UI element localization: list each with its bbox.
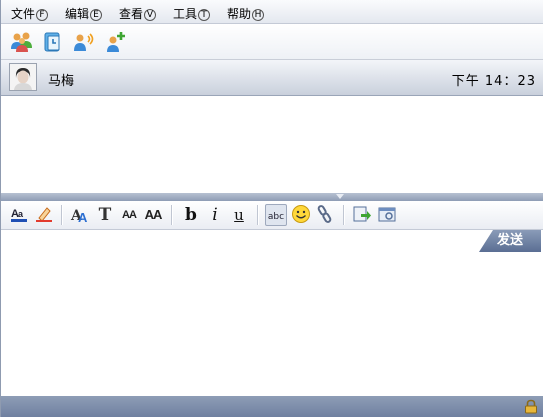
highlight-icon[interactable]	[33, 204, 55, 226]
contact-header: 马梅 下午 14：23	[1, 60, 543, 96]
splitter-grip-icon[interactable]	[336, 194, 344, 199]
emoticon-icon[interactable]	[290, 204, 312, 226]
font-size-small-icon[interactable]: AA	[118, 204, 140, 226]
spellcheck-icon[interactable]: abc	[265, 204, 287, 226]
italic-icon[interactable]: i	[204, 204, 226, 226]
svg-text:a: a	[18, 209, 24, 219]
avatar[interactable]	[9, 63, 37, 91]
bold-icon[interactable]: b	[180, 204, 202, 226]
history-icon[interactable]	[41, 30, 65, 54]
menu-tools[interactable]: 工具 T	[173, 5, 211, 22]
toolbar-separator	[343, 205, 345, 225]
main-toolbar	[1, 24, 543, 60]
message-time: 下午 14：23	[451, 74, 536, 89]
contact-name: 马梅	[48, 74, 75, 89]
toolbar-separator	[61, 205, 63, 225]
chat-window: 文件 F 编辑 E 查看 V 工具 T 帮助 H 马梅 下午 14：23 A a…	[0, 0, 543, 417]
font-face-icon[interactable]: AA	[69, 204, 91, 226]
status-bar	[1, 396, 543, 417]
menu-file[interactable]: 文件 F	[11, 5, 49, 22]
font-color-icon[interactable]: Aa	[8, 204, 30, 226]
toolbar-separator	[171, 205, 173, 225]
format-toolbar: Aa AA T AA AA b i u abc	[1, 201, 543, 230]
add-contact-icon[interactable]	[104, 30, 128, 54]
link-icon[interactable]	[314, 204, 336, 226]
message-history[interactable]	[2, 96, 543, 193]
menu-edit[interactable]: 编辑 E	[65, 5, 103, 22]
underline-icon[interactable]: u	[228, 204, 250, 226]
menu-help[interactable]: 帮助 H	[227, 5, 265, 22]
lock-icon[interactable]	[524, 399, 538, 414]
screenshot-icon[interactable]	[376, 204, 398, 226]
menu-view[interactable]: 查看 V	[119, 5, 157, 22]
svg-text:A: A	[78, 210, 88, 225]
message-input[interactable]	[2, 230, 543, 396]
menu-bar: 文件 F 编辑 E 查看 V 工具 T 帮助 H	[1, 0, 543, 24]
contacts-icon[interactable]	[10, 30, 34, 54]
send-file-icon[interactable]	[351, 204, 373, 226]
font-size-large-icon[interactable]: AA	[142, 204, 164, 226]
font-type-icon[interactable]: T	[94, 204, 116, 226]
pane-splitter[interactable]	[1, 193, 543, 201]
toolbar-separator	[257, 205, 259, 225]
voice-call-icon[interactable]	[72, 30, 96, 54]
